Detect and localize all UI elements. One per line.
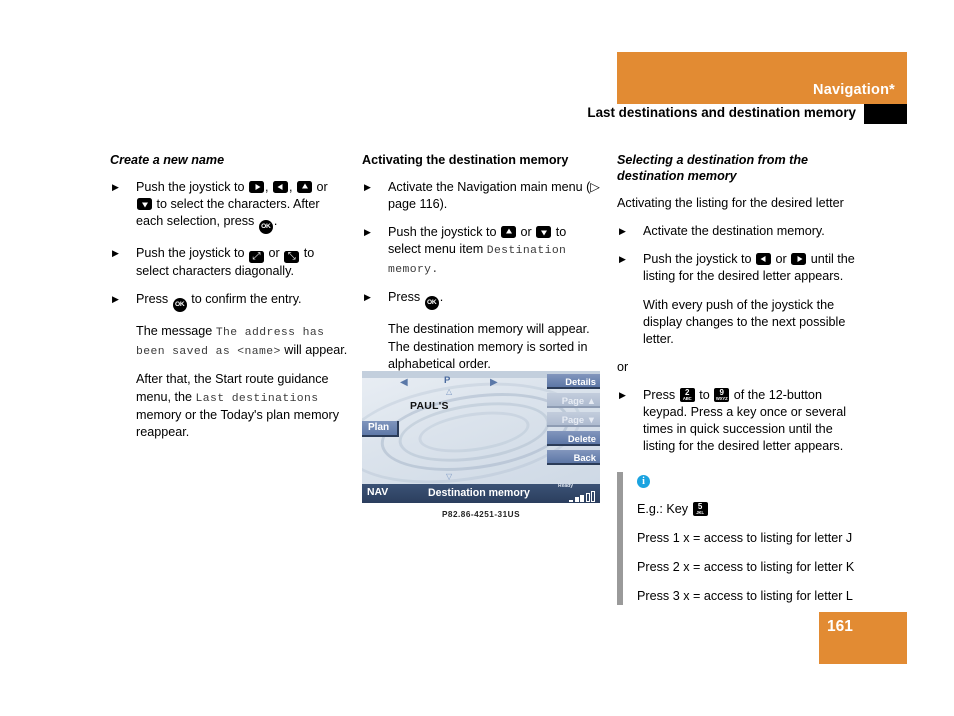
navigation-display-figure: ◀ ▶ P △ ▽ PAUL'S Plan Details Page ▲ Pag… [362,371,600,503]
signal-strength-icon [569,491,595,502]
instruction-text: Activate the Navigation main menu (▷ pag… [388,180,600,212]
key-letters: JKL [696,509,704,515]
instruction-text: , [289,180,296,195]
instruction-text: to select the characters. After each sel… [136,197,320,229]
key-letters: ABC [682,396,692,402]
status-mode-label: NAV [367,487,389,498]
column-left: Create a new name Push the joystick to ,… [110,152,350,452]
page-number: 161 [827,618,853,635]
instruction-text: to confirm the entry. [187,292,302,307]
subsection-lead: Activating the listing for the desired l… [617,196,844,211]
scroll-left-icon[interactable]: ◀ [400,377,408,388]
joystick-left-icon [756,253,771,266]
header-black-marker [864,104,907,124]
joystick-down-icon [137,198,152,211]
instruction-text: . [439,290,444,305]
instruction-text: Push the joystick to [136,246,248,261]
joystick-up-icon [297,181,312,194]
paragraph-message: The message The address has been saved a… [110,323,350,360]
text: The message [136,324,216,339]
chapter-header-band: Navigation* [617,52,907,104]
instruction-text: or [517,225,536,240]
page-number-box: 161 [819,612,907,664]
instruction-text: Press [136,292,172,307]
status-ready-label: Ready [557,483,573,489]
ok-button-icon: OK [172,298,187,313]
scroll-up-icon[interactable]: △ [446,387,452,396]
list-item: Push the joystick to or until the listin… [617,251,863,285]
alternative-separator: or [617,359,629,374]
ok-button-icon: OK [424,296,439,311]
keypad-key-2-icon: 2 ABC [679,388,695,403]
instruction-text: to [695,388,714,403]
joystick-right-icon [249,181,264,194]
info-icon: i [637,474,650,488]
page-subtitle: Last destinations and destination memory [587,105,856,120]
instruction-text: Push the joystick to [388,225,500,240]
text: memory or the Today's plan memory reappe… [136,408,340,440]
details-button[interactable]: Details [547,374,600,389]
paragraph-result: The destination memory will appear. The … [388,322,590,371]
page-up-button[interactable]: Page ▲ [547,393,600,408]
section-heading-selecting-destination: Selecting a destination from the destina… [617,153,809,184]
instruction-text: or [772,252,791,267]
text: will appear. [280,342,348,357]
scroll-right-icon[interactable]: ▶ [490,377,498,388]
note-line-1: Press 1 x = access to listing for letter… [637,530,853,545]
scroll-down-icon[interactable]: ▽ [446,472,452,481]
destination-entry-name: PAUL'S [410,401,449,412]
screen-status-bar: NAV Destination memory Ready [362,483,600,503]
list-item: Push the joystick to ⤢ or ⤡ to select ch… [110,245,350,280]
plan-button[interactable]: Plan [362,421,400,437]
joystick-left-icon [273,181,288,194]
instruction-text: Press [643,388,679,403]
instruction-text: Push the joystick to [643,252,755,267]
status-title: Destination memory [428,487,530,499]
instruction-text: or [265,246,284,261]
paragraph-joystick-behavior: With every push of the joystick the disp… [643,297,846,346]
joystick-down-icon [536,226,552,239]
ok-button-icon: OK [258,220,273,235]
list-item: Press OK. [362,289,602,311]
column-right: Selecting a destination from the destina… [617,152,863,617]
instruction-text: Activate the destination memory. [643,224,825,239]
joystick-diagonal-up-right-icon: ⤡ [284,251,300,264]
instruction-text: Press [388,290,424,305]
list-item: Press 2ABC to 9WXYZ of the 12-button key… [617,387,863,456]
note-block: i E.g.: Key 5 JKL Press 1 x = access to l… [617,471,863,605]
delete-button[interactable]: Delete [547,431,600,446]
instruction-text: . [273,214,278,229]
list-item: Push the joystick to or to select menu i… [362,224,602,278]
instruction-text: Push the joystick to [136,180,248,195]
page-down-button[interactable]: Page ▼ [547,412,600,427]
keypad-key-5-icon: 5 JKL [692,501,708,516]
list-item: Press OK to confirm the entry. [110,291,350,313]
figure-caption: P82.86-4251-31US [441,510,521,519]
note-line-3: Press 3 x = access to listing for letter… [637,588,853,603]
instruction-text: , [265,180,272,195]
screen-button-column: Details Page ▲ Page ▼ Delete Back [547,374,600,469]
list-item: Activate the Navigation main menu (▷ pag… [362,179,602,213]
list-item: Push the joystick to , , or to select th… [110,179,350,235]
section-heading-create-new-name: Create a new name [110,153,225,167]
note-line-2: Press 2 x = access to listing for letter… [637,559,855,574]
joystick-up-icon [501,226,516,239]
section-heading-activating-destination-memory: Activating the destination memory [362,153,569,167]
back-button[interactable]: Back [547,450,600,465]
instruction-text: or [313,180,328,195]
joystick-diagonal-down-right-icon: ⤢ [249,251,264,264]
keypad-key-9-icon: 9 WXYZ [714,388,730,403]
key-letters: WXYZ [715,396,728,402]
note-example: E.g.: Key 5 JKL [637,501,863,518]
screen-text: Last destinations [195,392,319,405]
note-icon-row: i [637,472,863,489]
list-item: Activate the destination memory. [617,223,863,240]
pointer-label: P [444,375,451,386]
paragraph-after-that: After that, the Start route guidance men… [110,371,350,441]
joystick-right-icon [791,253,807,266]
text: E.g.: Key [637,501,692,516]
chapter-title: Navigation* [813,82,895,98]
column-middle: Activating the destination memory Activa… [362,152,602,384]
navigation-screen: ◀ ▶ P △ ▽ PAUL'S Plan Details Page ▲ Pag… [362,371,600,503]
